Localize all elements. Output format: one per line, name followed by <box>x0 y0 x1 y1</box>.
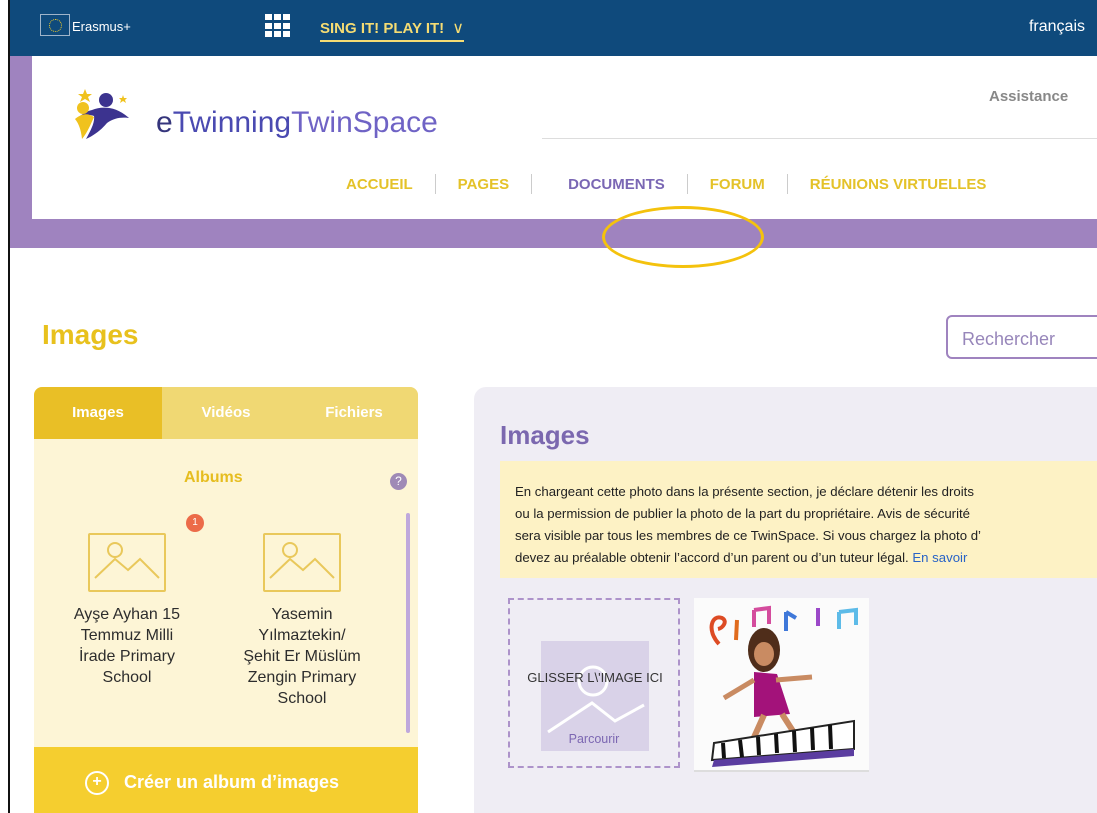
nav-separator <box>786 174 788 194</box>
nav-separator <box>434 174 436 194</box>
eu-flag-icon <box>40 14 70 36</box>
apps-grid-icon[interactable] <box>265 14 290 38</box>
albums-heading: Albums <box>184 469 243 486</box>
album-item[interactable]: Yasemin Yılmaztekin/ Şehit Er Müslüm Zen… <box>237 533 367 709</box>
project-switcher[interactable]: SING IT! PLAY IT! ∨ <box>320 18 464 42</box>
nav-separator <box>686 174 688 194</box>
album-title-line: Ayşe Ayhan 15 <box>73 606 181 623</box>
album-title-line: İrade Primary <box>78 648 176 665</box>
tab-files[interactable]: Fichiers <box>290 387 418 439</box>
drop-instructions: GLISSER L\'IMAGE ICI <box>527 670 663 685</box>
copyright-notice: En chargeant cette photo dans la présent… <box>500 461 1097 578</box>
media-sidebar: Images Vidéos Fichiers Albums ? 1 Ayşe A… <box>34 387 418 813</box>
notice-line: En chargeant cette photo dans la présent… <box>515 484 974 499</box>
notice-line: sera visible par tous les membres de ce … <box>515 528 981 543</box>
notice-line: ou la permission de publier la photo de … <box>515 506 970 521</box>
create-album-button[interactable]: + Créer un album d’images <box>34 747 418 813</box>
tab-images[interactable]: Images <box>34 387 162 439</box>
nav-item-documents[interactable]: DOCUMENTS <box>554 176 679 193</box>
learn-more-link[interactable]: En savoir <box>912 550 967 565</box>
image-placeholder-icon <box>263 533 341 592</box>
nav-item-pages[interactable]: PAGES <box>444 176 523 193</box>
album-item[interactable]: Ayşe Ayhan 15 Temmuz Milli İrade Primary… <box>62 533 192 688</box>
album-title-line: Zengin Primary <box>247 669 357 686</box>
search-input[interactable]: Rechercher <box>946 315 1097 359</box>
albums-scrollbar[interactable] <box>406 513 410 733</box>
documents-highlight-circle <box>602 206 764 268</box>
album-title-line: Şehit Er Müslüm <box>243 648 361 665</box>
site-header: eTwinningTwinSpace Assistance ACCUEIL PA… <box>32 56 1097 268</box>
plus-circle-icon: + <box>85 771 109 795</box>
notice-line: devez au préalable obtenir l’accord d’un… <box>515 547 1097 569</box>
logo-twinning: Twinning <box>172 106 292 139</box>
browse-link[interactable]: Parcourir <box>510 732 678 746</box>
image-placeholder-icon <box>88 533 166 592</box>
etwinning-wordmark[interactable]: eTwinningTwinSpace <box>156 106 438 140</box>
album-title-line: School <box>277 690 327 707</box>
main-navigation: ACCUEIL PAGES DOCUMENTS FORUM RÉUNIONS V… <box>332 174 1000 194</box>
erasmus-label: Erasmus+ <box>72 19 131 34</box>
project-name: SING IT! PLAY IT! <box>320 20 445 37</box>
header-divider <box>542 138 1097 139</box>
album-title-line: School <box>102 669 152 686</box>
create-album-label: Créer un album d’images <box>124 772 340 792</box>
image-drop-zone[interactable]: GLISSER L\'IMAGE ICI Parcourir <box>508 598 680 768</box>
nav-separator <box>531 174 533 194</box>
nav-item-reunions-virtuelles[interactable]: RÉUNIONS VIRTUELLES <box>796 176 1001 193</box>
tab-videos[interactable]: Vidéos <box>162 387 290 439</box>
music-character-image <box>709 605 858 767</box>
nav-item-forum[interactable]: FORUM <box>696 176 779 193</box>
assistance-link[interactable]: Assistance <box>989 88 1068 105</box>
language-selector[interactable]: français <box>1029 18 1085 36</box>
media-tabs: Images Vidéos Fichiers <box>34 387 418 439</box>
notice-line-text: devez au préalable obtenir l’accord d’un… <box>515 550 909 565</box>
logo-twinspace: TwinSpace <box>291 106 438 139</box>
logo-e: e <box>156 106 173 139</box>
notification-badge: 1 <box>186 514 204 532</box>
top-bar: Erasmus+ SING IT! PLAY IT! ∨ français <box>10 0 1097 56</box>
album-title-line: Yasemin <box>271 606 333 623</box>
purple-header-band <box>10 219 1097 248</box>
images-main-panel: Images En chargeant cette photo dans la … <box>474 387 1097 813</box>
album-title-line: Yılmaztekin/ <box>258 627 346 644</box>
album-title-line: Temmuz Milli <box>80 627 174 644</box>
etwinning-logo-icon[interactable] <box>74 87 137 141</box>
browser-frame: Erasmus+ SING IT! PLAY IT! ∨ français eTw… <box>8 0 1097 813</box>
chevron-down-icon: ∨ <box>452 20 464 37</box>
nav-item-accueil[interactable]: ACCUEIL <box>332 176 427 193</box>
help-icon[interactable]: ? <box>390 473 407 490</box>
uploaded-image-thumbnail[interactable] <box>694 598 869 772</box>
images-heading: Images <box>500 420 590 450</box>
page-title: Images <box>42 319 139 350</box>
